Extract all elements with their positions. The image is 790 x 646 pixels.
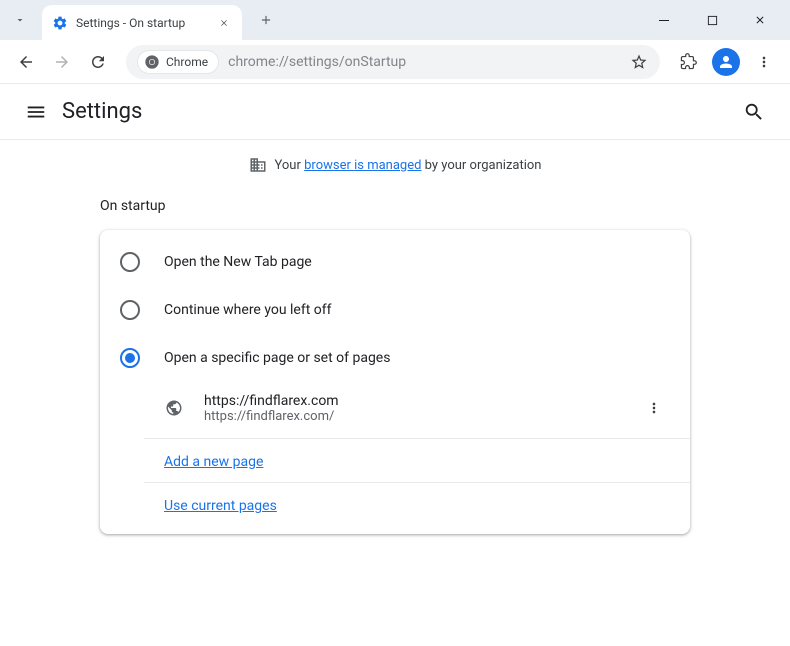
omnibox-chip-label: Chrome: [166, 55, 208, 69]
globe-icon: [164, 398, 184, 418]
radio-indicator: [120, 300, 140, 320]
search-icon: [743, 101, 765, 123]
close-window-button[interactable]: [748, 8, 772, 32]
arrow-right-icon: [53, 53, 71, 71]
radio-label: Open a specific page or set of pages: [164, 350, 390, 366]
settings-content: On startup Open the New Tab page Continu…: [0, 198, 790, 534]
omnibox-site-chip[interactable]: Chrome: [138, 51, 218, 73]
omnibox-url: chrome://settings/onStartup: [228, 54, 406, 70]
minimize-button[interactable]: [652, 8, 676, 32]
star-icon: [630, 53, 648, 71]
browser-toolbar: Chrome chrome://settings/onStartup: [0, 40, 790, 84]
use-current-pages-link[interactable]: Use current pages: [164, 498, 277, 514]
settings-header: Settings: [0, 84, 790, 140]
radio-label: Continue where you left off: [164, 302, 332, 318]
extension-icon: [680, 53, 697, 70]
managed-banner: Your browser is managed by your organiza…: [0, 140, 790, 190]
page-info: https://findflarex.com https://findflare…: [204, 393, 638, 424]
browser-menu-button[interactable]: [748, 46, 780, 78]
radio-option-new-tab[interactable]: Open the New Tab page: [100, 238, 690, 286]
radio-label: Open the New Tab page: [164, 254, 312, 270]
startup-page-title: https://findflarex.com: [204, 393, 638, 409]
toolbar-right: [672, 46, 780, 78]
settings-search-button[interactable]: [734, 92, 774, 132]
settings-menu-button[interactable]: [16, 92, 56, 132]
plus-icon: [259, 13, 273, 27]
browser-tab[interactable]: Settings - On startup: [42, 5, 242, 40]
tabs-dropdown-button[interactable]: [8, 8, 32, 32]
tab-title: Settings - On startup: [76, 16, 208, 30]
settings-title: Settings: [62, 99, 142, 124]
omnibox[interactable]: Chrome chrome://settings/onStartup: [126, 45, 660, 79]
radio-option-continue[interactable]: Continue where you left off: [100, 286, 690, 334]
maximize-icon: [707, 15, 718, 26]
startup-pages-list: https://findflarex.com https://findflare…: [100, 382, 690, 526]
close-icon: [754, 14, 766, 26]
building-icon: [249, 156, 267, 174]
managed-link[interactable]: browser is managed: [304, 158, 421, 173]
use-current-row: Use current pages: [144, 483, 690, 526]
back-button[interactable]: [10, 46, 42, 78]
window-controls: [652, 8, 782, 32]
add-page-row: Add a new page: [144, 439, 690, 483]
vertical-dots-icon: [646, 400, 662, 416]
profile-button[interactable]: [712, 48, 740, 76]
maximize-button[interactable]: [700, 8, 724, 32]
startup-page-row: https://findflarex.com https://findflare…: [144, 382, 690, 439]
add-page-link[interactable]: Add a new page: [164, 454, 263, 470]
forward-button[interactable]: [46, 46, 78, 78]
arrow-left-icon: [17, 53, 35, 71]
bookmark-button[interactable]: [630, 53, 648, 71]
person-icon: [717, 53, 735, 71]
settings-gear-icon: [52, 15, 68, 31]
hamburger-icon: [25, 101, 47, 123]
minimize-icon: [658, 14, 670, 26]
new-tab-button[interactable]: [252, 6, 280, 34]
managed-text: Your browser is managed by your organiza…: [275, 158, 542, 173]
radio-indicator: [120, 252, 140, 272]
startup-page-menu-button[interactable]: [638, 392, 670, 424]
extensions-button[interactable]: [672, 46, 704, 78]
reload-icon: [89, 53, 107, 71]
startup-page-url: https://findflarex.com/: [204, 409, 638, 424]
radio-indicator: [120, 348, 140, 368]
tab-close-button[interactable]: [216, 15, 232, 31]
chrome-icon: [144, 54, 160, 70]
reload-button[interactable]: [82, 46, 114, 78]
browser-titlebar: Settings - On startup: [0, 0, 790, 40]
section-title: On startup: [100, 198, 770, 214]
startup-card: Open the New Tab page Continue where you…: [100, 230, 690, 534]
radio-option-specific-pages[interactable]: Open a specific page or set of pages: [100, 334, 690, 382]
vertical-dots-icon: [756, 54, 772, 70]
chevron-down-icon: [14, 14, 26, 26]
close-icon: [219, 18, 229, 28]
